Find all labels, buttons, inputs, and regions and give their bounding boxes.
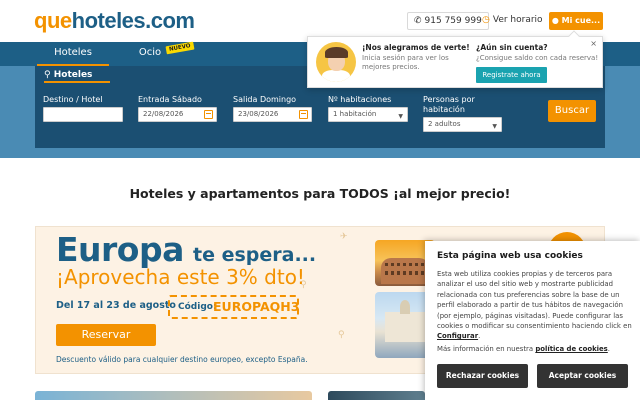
cookie-more-info: Más información en nuestra política de c…	[437, 345, 610, 353]
habitaciones-label: Nº habitaciones	[328, 95, 392, 104]
reservar-button[interactable]: Reservar	[56, 324, 156, 346]
personas-value: 2 adultos	[428, 120, 461, 128]
habitaciones-select[interactable]: 1 habitación ▼	[328, 107, 408, 122]
cookie-more-prefix: Más información en nuestra	[437, 345, 534, 353]
buscar-button[interactable]: Buscar	[548, 100, 596, 122]
phone-button[interactable]: ✆ 915 759 999	[407, 12, 489, 30]
promo-subtitle: ¡Aprovecha este 3% dto!	[56, 265, 305, 289]
salida-input[interactable]: 23/08/2026	[233, 107, 312, 122]
popup-left-text-line-1: Inicia sesión para ver los	[362, 54, 449, 62]
configure-link[interactable]: Configurar	[437, 332, 478, 340]
personas-label-line-2: habitación	[423, 105, 465, 114]
avatar-body	[322, 70, 350, 82]
reject-cookies-button[interactable]: Rechazar cookies	[437, 364, 528, 388]
colosseum-shape	[381, 258, 429, 284]
promo-disclaimer: Descuento válido para cualquier destino …	[56, 355, 308, 364]
accept-cookies-button[interactable]: Aceptar cookies	[537, 364, 628, 388]
horario-label: Ver horario	[492, 15, 543, 25]
popup-left-title: ¡Nos alegramos de verte!	[362, 43, 470, 52]
popup-right-text: ¿Consigue saldo con cada reserva!	[476, 54, 599, 62]
avatar	[316, 42, 356, 82]
personas-label: Personas por habitación	[423, 95, 475, 115]
search-heading: ⚲ Hoteles	[44, 70, 92, 80]
chevron-down-icon: ▼	[398, 113, 403, 120]
building-shape	[385, 300, 425, 342]
promo-code-box: Código: EUROPAQH3	[168, 295, 299, 319]
account-button[interactable]: ● Mi cue...	[549, 12, 603, 30]
promo-code-value: EUROPAQH3	[213, 299, 300, 314]
salida-label: Salida Domingo	[233, 95, 297, 104]
card-preview[interactable]	[35, 391, 312, 400]
clock-icon: ◷	[482, 15, 490, 25]
map-pin-icon: ⚲	[338, 330, 345, 340]
destino-label: Destino / Hotel	[43, 95, 103, 104]
avatar-hair	[325, 47, 348, 58]
login-popup: ¡Nos alegramos de verte! Inicia sesión p…	[307, 30, 603, 88]
promo-dates: Del 17 al 23 de agosto	[56, 300, 176, 311]
tab-ocio-label: Ocio	[138, 47, 162, 58]
horario-link[interactable]: ◷ Ver horario	[482, 12, 543, 30]
personas-select[interactable]: 2 adultos ▼	[423, 117, 502, 132]
personas-label-line-1: Personas por	[423, 95, 475, 104]
plane-icon: ✈	[340, 232, 348, 242]
popup-left-text: Inicia sesión para ver los mejores preci…	[362, 54, 449, 72]
account-label: Mi cue...	[561, 16, 601, 25]
entrada-value: 22/08/2026	[143, 110, 184, 118]
entrada-input[interactable]: 22/08/2026	[138, 107, 217, 122]
cookie-banner: Esta página web usa cookies Esta web uti…	[425, 241, 640, 400]
popup-left-text-line-2: mejores precios.	[362, 63, 420, 71]
popup-right-title: ¿Aún sin cuenta?	[476, 43, 548, 52]
tab-hoteles[interactable]: Hoteles	[37, 42, 109, 66]
register-button[interactable]: Registrate ahora	[476, 67, 547, 83]
habitaciones-value: 1 habitación	[333, 110, 377, 118]
destino-input[interactable]	[43, 107, 123, 122]
entrada-label: Entrada Sábado	[138, 95, 202, 104]
phone-number: 915 759 999	[424, 16, 482, 26]
search-heading-label: Hoteles	[53, 70, 93, 80]
cookie-body: Esta web utiliza cookies propias y de te…	[437, 270, 632, 341]
search-heading-underline	[44, 81, 110, 83]
phone-icon: ✆	[414, 16, 422, 26]
calendar-icon[interactable]	[204, 110, 213, 119]
logo-part-2: hoteles.com	[71, 8, 195, 33]
chevron-down-icon: ▼	[492, 123, 497, 130]
promo-title: Europa	[56, 230, 184, 269]
search-icon: ⚲	[44, 70, 51, 80]
cookie-policy-link[interactable]: política de cookies	[535, 345, 607, 353]
promo-title-2: te espera...	[193, 244, 317, 266]
tab-hoteles-label: Hoteles	[54, 47, 92, 58]
close-icon[interactable]: ×	[590, 39, 597, 48]
page-headline: Hoteles y apartamentos para TODOS ¡al me…	[129, 186, 511, 201]
salida-value: 23/08/2026	[238, 110, 279, 118]
cookie-title: Esta página web usa cookies	[437, 251, 583, 261]
user-icon: ●	[551, 16, 559, 25]
cookie-body-text: Esta web utiliza cookies propias y de te…	[437, 270, 632, 331]
promo-code-label: Código:	[178, 302, 217, 312]
logo[interactable]: quehoteles.com	[34, 8, 195, 34]
calendar-icon[interactable]	[299, 110, 308, 119]
card-preview[interactable]	[328, 391, 425, 400]
logo-part-1: que	[34, 8, 72, 33]
